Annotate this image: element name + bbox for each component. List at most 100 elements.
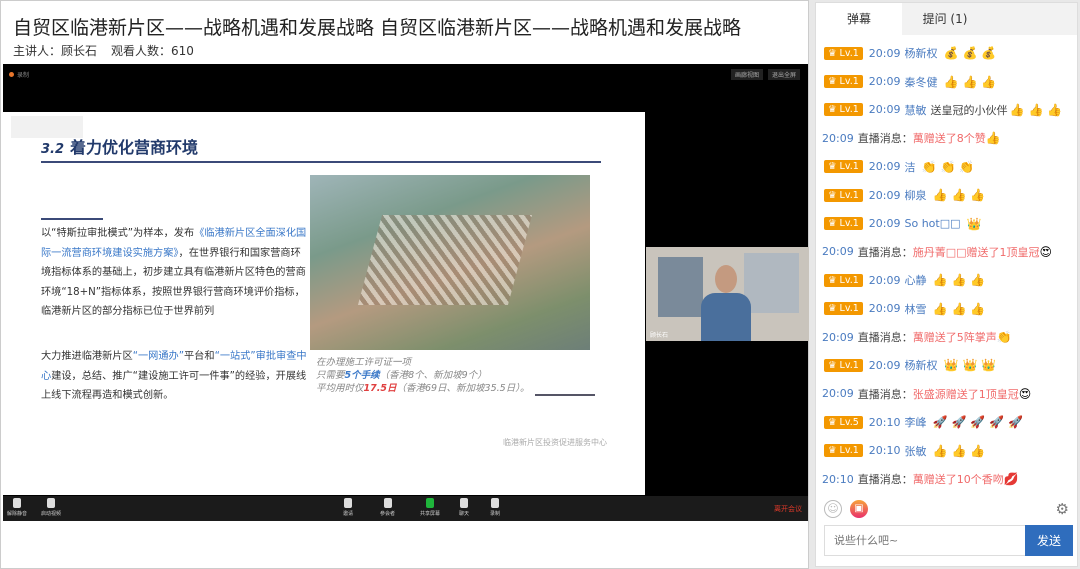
text: 17.5日	[363, 383, 397, 394]
chat-message: ♛ Lv.1 20:09 So hot□□ 👑	[822, 209, 1077, 237]
system-label: 直播消息：	[857, 132, 913, 146]
chat-input[interactable]	[824, 525, 1026, 556]
stream-title: 自贸区临港新片区——战略机遇和发展战略 自贸区临港新片区——战略机遇和发展战略	[13, 17, 742, 39]
username[interactable]: 杨新权	[905, 45, 938, 61]
username[interactable]: 心静	[905, 272, 927, 288]
share-screen-button[interactable]: 共享屏幕	[420, 498, 440, 517]
timestamp: 20:10	[868, 415, 901, 429]
level: Lv.5	[839, 416, 859, 428]
leave-meeting-button[interactable]: 离开会议	[774, 504, 802, 514]
recording-indicator: 录制	[9, 70, 29, 79]
unmute-button[interactable]: 解除静音	[7, 498, 27, 517]
chat-message: ♛ Lv.5 20:10 李峰 🚀🚀🚀🚀🚀	[822, 408, 1077, 436]
text: 以“特斯拉审批模式”为样本，发布	[41, 228, 195, 239]
level-badge: ♛ Lv.1	[824, 46, 863, 60]
username[interactable]: 张敏	[905, 443, 927, 459]
head	[715, 265, 737, 293]
invite-button[interactable]: 邀请	[343, 498, 353, 517]
chat-message: ♛ Lv.1 20:09 林雪 👍👍👍	[822, 295, 1077, 323]
timestamp: 20:09	[868, 75, 901, 89]
username[interactable]: 秦冬健	[905, 74, 938, 90]
level-badge: ♛ Lv.1	[824, 160, 863, 174]
tab-danmaku[interactable]: 弹幕	[816, 3, 902, 35]
aerial-rendering-image	[310, 175, 590, 350]
tab-questions[interactable]: 提问 (1)	[902, 3, 988, 35]
text: 在办理施工许可证一项	[316, 357, 412, 368]
username[interactable]: So hot□□	[905, 217, 961, 230]
level-badge: ♛ Lv.1	[824, 273, 863, 287]
level-badge: ♛ Lv.1	[824, 217, 863, 231]
label: 参会者	[380, 511, 396, 517]
level: Lv.1	[839, 274, 859, 286]
gift-text: 萬赠送了10个香吻	[912, 473, 1004, 487]
level: Lv.1	[839, 218, 859, 230]
slide-title-text: 着力优化营商环境	[70, 138, 199, 157]
wall-map	[744, 253, 799, 313]
chat-message: ♛ Lv.1 20:09 柳泉 👍👍👍	[822, 181, 1077, 209]
emoji-icon: 👍👍👍	[943, 74, 1001, 89]
gift-icon[interactable]: ▣	[850, 500, 868, 518]
text: 5个手续	[344, 370, 380, 381]
timestamp: 20:09	[868, 302, 901, 316]
emoji-icon: 👍👍👍	[932, 301, 990, 316]
share-screen-icon	[426, 498, 434, 508]
slide-organization: 临港新片区投资促进服务中心	[503, 438, 607, 447]
system-label: 直播消息：	[857, 473, 913, 487]
speaker-figure	[701, 265, 751, 341]
emoji-icon: 👍👍👍	[932, 443, 990, 458]
system-message: 20:10 直播消息： 萬赠送了10个香吻 💋	[822, 465, 1077, 493]
username[interactable]: 李峰	[905, 414, 927, 430]
record-button[interactable]: 录制	[490, 498, 500, 517]
level: Lv.1	[839, 104, 859, 116]
record-dot-icon	[9, 72, 14, 77]
gift-text: 萬赠送了5阵掌声	[912, 331, 997, 345]
timestamp: 20:09	[822, 330, 854, 344]
timestamp: 20:09	[868, 273, 901, 287]
text: （香港69日、新加坡35.5日）。	[396, 383, 530, 394]
system-label: 直播消息：	[857, 387, 913, 401]
slide-paragraph-2: 大力推进临港新片区“一网通办”平台和“一站式”审批审查中心建设，总结、推广“建设…	[41, 347, 309, 406]
level: Lv.1	[839, 161, 859, 173]
slide-number: 3.2	[41, 142, 65, 157]
timestamp: 20:10	[822, 472, 854, 486]
video-player[interactable]: 录制 画廊视图 退出全屏 3.2 着力优化营商环境 以“特斯拉审批模式”为样本，发…	[3, 64, 809, 521]
start-video-button[interactable]: 启动视频	[41, 498, 61, 517]
chat-message: ♛ Lv.1 20:09 慧敏 送皇冠的小伙伴 👍👍👍	[822, 96, 1077, 124]
speaker-camera[interactable]: 顾长石	[646, 247, 809, 341]
gear-icon[interactable]: ⚙	[1056, 500, 1069, 518]
level-badge: ♛ Lv.1	[824, 75, 863, 89]
text: 大力推进临港新片区	[41, 351, 133, 362]
level: Lv.1	[839, 189, 859, 201]
username[interactable]: 杨新权	[905, 357, 938, 373]
username[interactable]: 林雪	[905, 301, 927, 317]
chat-tools: ☺ ▣ ⚙	[824, 500, 1069, 520]
exit-fullscreen-button[interactable]: 退出全屏	[768, 69, 801, 80]
participants-button[interactable]: 参会者	[380, 498, 395, 517]
emoji-icon[interactable]: ☺	[824, 500, 842, 518]
label: 共享屏幕	[420, 511, 441, 517]
message-list[interactable]: ♛ Lv.1 20:09 杨新权 💰💰💰 ♛ Lv.1 20:09 秦冬健 👍👍👍 ♛ Lv.1…	[816, 35, 1077, 493]
timestamp: 20:09	[868, 358, 901, 372]
chat-message: ♛ Lv.1 20:09 洁 👏👏👏	[822, 153, 1077, 181]
level: Lv.1	[839, 445, 859, 457]
username[interactable]: 柳泉	[905, 187, 927, 203]
mic-muted-icon	[13, 498, 21, 508]
timestamp: 20:09	[822, 387, 854, 401]
label: 邀请	[343, 511, 354, 517]
level-badge: ♛ Lv.1	[824, 302, 863, 316]
timestamp: 20:09	[868, 103, 901, 117]
username[interactable]: 慧敏	[905, 102, 927, 118]
viewer-count: 观看人数：610	[111, 44, 194, 58]
chat-button[interactable]: 聊天	[459, 498, 469, 517]
timestamp: 20:09	[868, 46, 901, 60]
emoji-icon: 😍	[1018, 386, 1036, 401]
label: 聊天	[459, 511, 470, 517]
gallery-view-button[interactable]: 画廊视图	[731, 69, 764, 80]
emoji-icon: 😍	[1039, 244, 1057, 259]
timestamp: 20:09	[868, 217, 901, 231]
send-button[interactable]: 发送	[1025, 525, 1073, 556]
meeting-toolbar: 解除静音 启动视频 邀请 参会者 共享屏幕 聊天 录制 离开会议	[3, 496, 808, 521]
username[interactable]: 洁	[905, 159, 916, 175]
text: 只需要	[316, 370, 345, 381]
level-badge: ♛ Lv.1	[824, 444, 863, 458]
